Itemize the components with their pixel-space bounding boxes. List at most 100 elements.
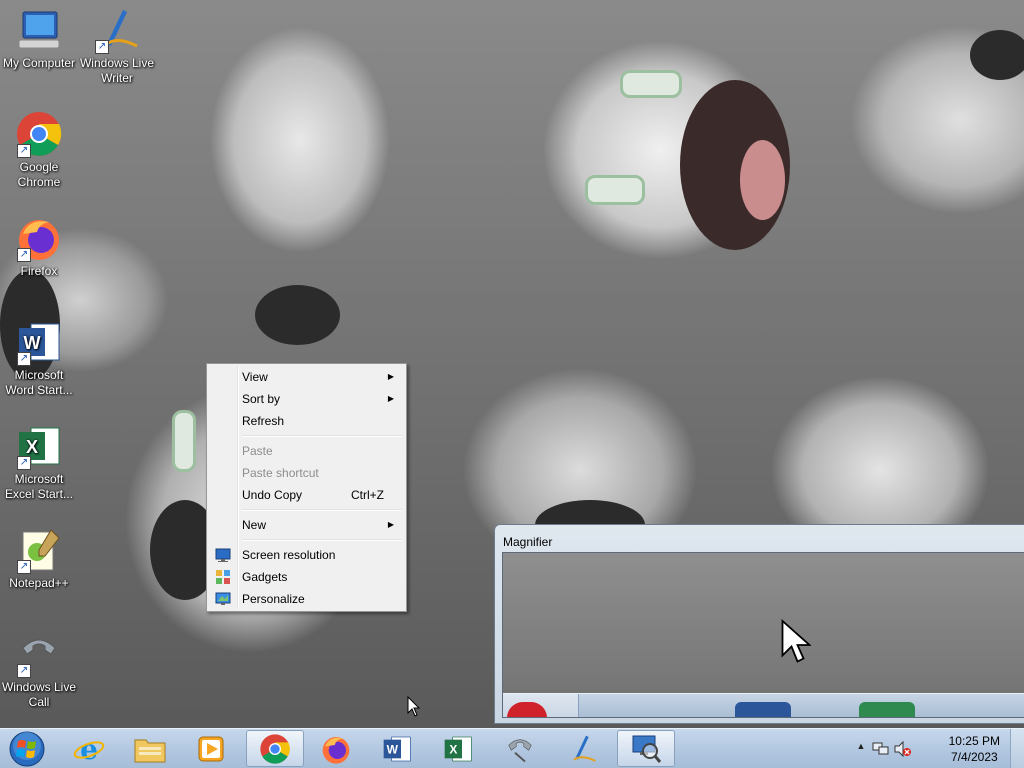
desktop-icon-windows-live-writer[interactable]: ↗ Windows Live Writer bbox=[78, 6, 156, 86]
shortcut-arrow-icon: ↗ bbox=[17, 248, 31, 262]
desktop-icon-my-computer[interactable]: My Computer bbox=[0, 6, 78, 71]
desktop-icon-google-chrome[interactable]: ↗ Google Chrome bbox=[0, 110, 78, 190]
svg-text:e: e bbox=[80, 733, 98, 765]
menu-item-gadgets[interactable]: Gadgets bbox=[209, 566, 404, 588]
taskbar-internet-explorer[interactable]: e bbox=[60, 730, 118, 767]
desktop-context-menu: View ▶ Sort by ▶ Refresh Paste Paste sho… bbox=[206, 363, 407, 612]
magnifier-window[interactable]: Magnifier bbox=[494, 524, 1024, 724]
menu-item-label: View bbox=[242, 370, 268, 384]
menu-item-label: Paste bbox=[242, 444, 273, 458]
shortcut-arrow-icon: ↗ bbox=[17, 560, 31, 574]
menu-item-label: New bbox=[242, 518, 267, 532]
svg-text:W: W bbox=[387, 742, 399, 756]
live-writer-icon bbox=[573, 735, 596, 762]
desktop-icon-label: My Computer bbox=[2, 56, 76, 70]
desktop-icon-label: Windows Live Writer bbox=[79, 56, 155, 85]
wallpaper-eye bbox=[172, 410, 196, 472]
phone-icon: ↗ bbox=[15, 630, 63, 678]
menu-item-label: Sort by bbox=[242, 392, 281, 406]
submenu-arrow-icon: ▶ bbox=[387, 520, 394, 529]
shortcut-arrow-icon: ↗ bbox=[17, 352, 31, 366]
start-button[interactable] bbox=[4, 730, 50, 768]
taskbar-google-chrome[interactable] bbox=[246, 730, 304, 767]
menu-item-undo-copy[interactable]: Undo Copy Ctrl+Z bbox=[209, 484, 404, 506]
menu-separator bbox=[242, 432, 404, 440]
desktop-icon-windows-live-call[interactable]: ↗ Windows Live Call bbox=[0, 630, 78, 710]
clock-date: 7/4/2023 bbox=[950, 750, 998, 764]
taskbar-windows-live-call[interactable] bbox=[491, 730, 549, 767]
desktop-icon-label: Google Chrome bbox=[17, 160, 61, 189]
computer-icon bbox=[15, 6, 63, 54]
taskbar: e W X ▲ 10:25 PM 7/4/2023 bbox=[0, 728, 1024, 768]
menu-item-personalize[interactable]: Personalize bbox=[209, 588, 404, 610]
menu-item-screen-resolution[interactable]: Screen resolution bbox=[209, 544, 404, 566]
gadgets-icon bbox=[216, 570, 230, 584]
taskbar-clock[interactable]: 10:25 PM 7/4/2023 bbox=[949, 733, 1000, 765]
svg-text:X: X bbox=[449, 742, 457, 756]
media-player-icon bbox=[198, 736, 224, 761]
notification-area: ▲ 10:25 PM 7/4/2023 bbox=[854, 729, 1024, 768]
chrome-icon: ↗ bbox=[15, 110, 63, 158]
desktop-icon-firefox[interactable]: ↗ Firefox bbox=[0, 214, 78, 279]
desktop-icon-microsoft-excel[interactable]: X ↗ Microsoft Excel Start... bbox=[0, 422, 78, 502]
network-icon[interactable] bbox=[872, 741, 890, 757]
taskbar-windows-explorer[interactable] bbox=[121, 730, 179, 767]
taskbar-firefox[interactable] bbox=[307, 730, 365, 767]
word-icon: W ↗ bbox=[15, 318, 63, 366]
mouse-cursor-icon bbox=[407, 696, 421, 717]
svg-text:X: X bbox=[26, 437, 38, 457]
wallpaper-eye bbox=[620, 70, 682, 98]
chrome-icon bbox=[260, 733, 290, 764]
menu-item-view[interactable]: View ▶ bbox=[209, 366, 404, 388]
windows-explorer-icon bbox=[134, 739, 166, 762]
phone-icon bbox=[508, 738, 532, 762]
menu-item-paste-shortcut: Paste shortcut bbox=[209, 462, 404, 484]
svg-text:W: W bbox=[24, 333, 41, 353]
taskbar-magnifier[interactable] bbox=[617, 730, 675, 767]
menu-item-new[interactable]: New ▶ bbox=[209, 514, 404, 536]
magnifier-view[interactable] bbox=[502, 552, 1024, 718]
menu-item-label: Refresh bbox=[242, 414, 285, 428]
menu-item-sort-by[interactable]: Sort by ▶ bbox=[209, 388, 404, 410]
shortcut-arrow-icon: ↗ bbox=[17, 456, 31, 470]
menu-separator bbox=[242, 506, 404, 514]
taskbar-microsoft-excel[interactable]: X bbox=[429, 730, 487, 767]
menu-item-refresh[interactable]: Refresh bbox=[209, 410, 404, 432]
menu-item-label: Screen resolution bbox=[242, 548, 336, 562]
menu-item-label: Undo Copy bbox=[242, 488, 303, 502]
excel-icon: X bbox=[444, 736, 472, 761]
desktop-icon-label: Windows Live Call bbox=[1, 680, 77, 709]
show-hidden-icons-button[interactable]: ▲ bbox=[854, 741, 868, 751]
menu-item-label: Personalize bbox=[242, 592, 305, 606]
taskbar-media-player[interactable] bbox=[182, 730, 240, 767]
shortcut-arrow-icon: ↗ bbox=[17, 144, 31, 158]
desktop-icon-label: Microsoft Word Start... bbox=[5, 368, 73, 397]
volume-muted-icon[interactable] bbox=[894, 741, 912, 757]
keyboard-shortcut-label: Ctrl+Z bbox=[351, 488, 384, 502]
personalize-icon bbox=[215, 592, 231, 605]
menu-item-paste: Paste bbox=[209, 440, 404, 462]
desktop-icon-notepad-plus-plus[interactable]: ↗ Notepad++ bbox=[0, 526, 78, 591]
wallpaper-eye bbox=[585, 175, 645, 205]
magnified-taskbar bbox=[503, 693, 1024, 717]
wallpaper-mouth bbox=[970, 30, 1024, 80]
wallpaper-mouth bbox=[255, 285, 340, 345]
excel-icon: X ↗ bbox=[15, 422, 63, 470]
wallpaper-mouth bbox=[740, 140, 785, 220]
taskbar-microsoft-word[interactable]: W bbox=[368, 730, 426, 767]
shortcut-arrow-icon: ↗ bbox=[17, 664, 31, 678]
menu-separator bbox=[242, 536, 404, 544]
magnifier-icon bbox=[632, 735, 662, 763]
word-icon: W bbox=[383, 736, 411, 761]
taskbar-windows-live-writer[interactable] bbox=[553, 730, 611, 767]
desktop-icon-label: Microsoft Excel Start... bbox=[4, 472, 74, 501]
desktop-icon-label: Notepad++ bbox=[9, 576, 69, 590]
window-title: Magnifier bbox=[503, 535, 553, 549]
desktop-icon-microsoft-word[interactable]: W ↗ Microsoft Word Start... bbox=[0, 318, 78, 398]
submenu-arrow-icon: ▶ bbox=[387, 394, 394, 403]
firefox-icon bbox=[322, 736, 350, 764]
shortcut-arrow-icon: ↗ bbox=[95, 40, 109, 54]
magnified-cursor-icon bbox=[781, 619, 811, 663]
menu-item-label: Paste shortcut bbox=[242, 466, 319, 480]
show-desktop-button[interactable] bbox=[1010, 729, 1024, 768]
